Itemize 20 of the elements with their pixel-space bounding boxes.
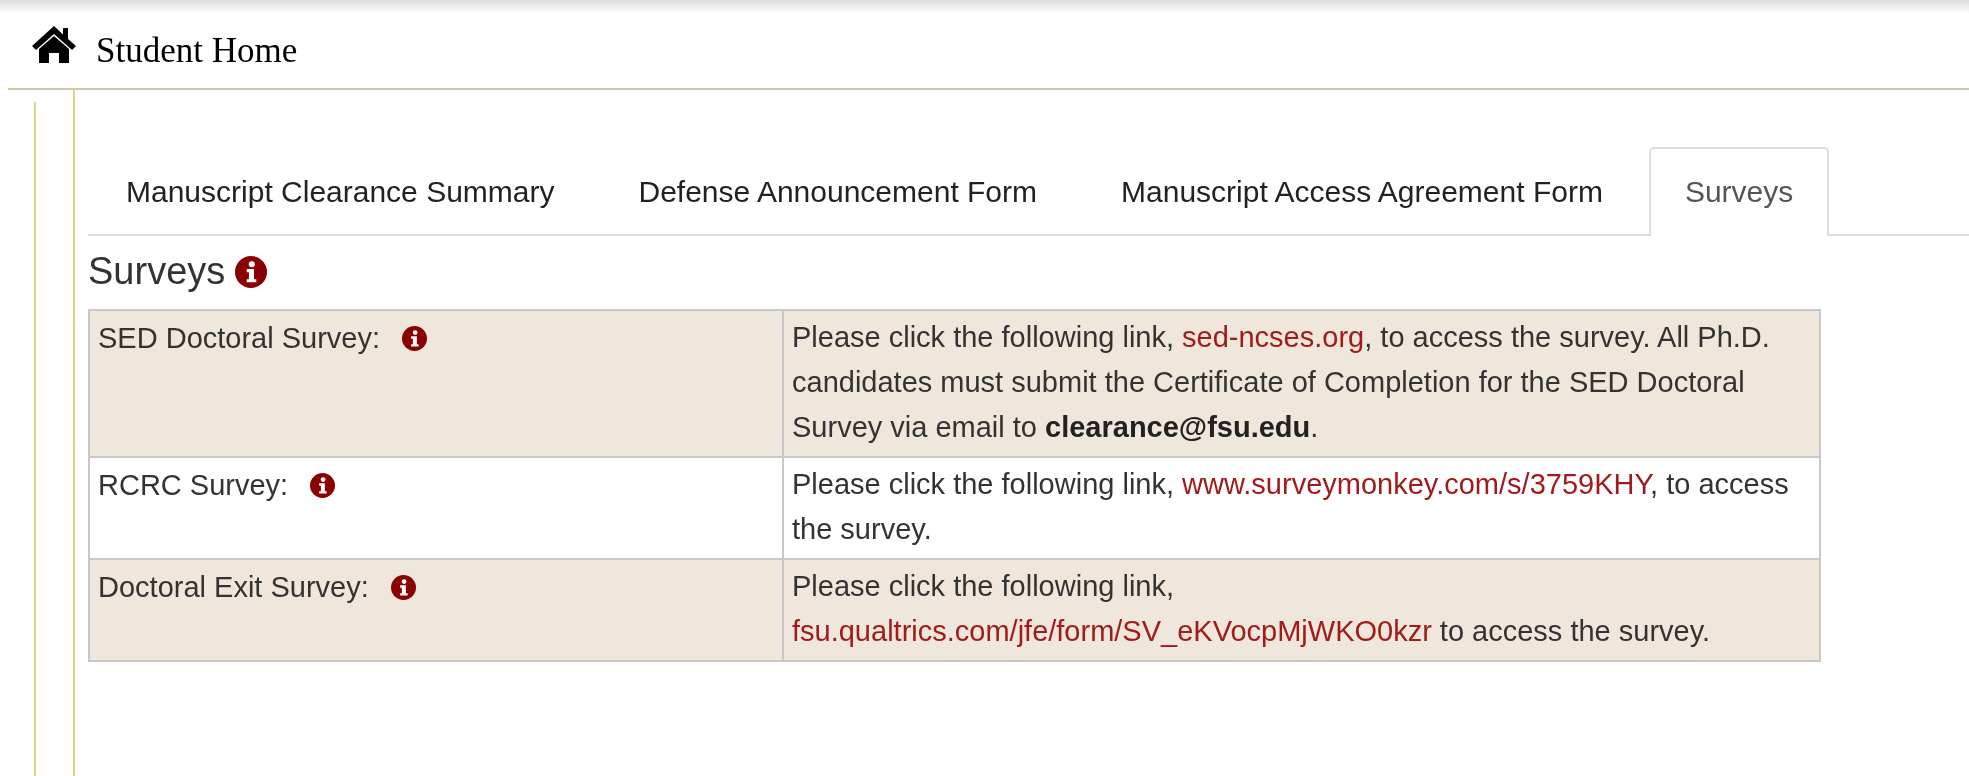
survey-link[interactable]: fsu.qualtrics.com/jfe/form/SV_eKVocpMjWKO0kzr <box>792 615 1432 647</box>
survey-instructions: Please click the following link, fsu.qualtrics.com/jfe/form/SV_eKVocpMjWKO0kzr to access the survey. <box>792 569 1712 649</box>
tab[interactable]: Manuscript Access Agreement Form <box>1083 147 1641 236</box>
section-title: Surveys <box>88 250 226 293</box>
tab[interactable]: Surveys <box>1648 147 1830 236</box>
survey-link[interactable]: www.surveymonkey.com/s/3759KHY <box>1182 468 1651 500</box>
tab[interactable]: Manuscript Clearance Summary <box>88 147 593 236</box>
tab[interactable]: Defense Announcement Form <box>600 147 1076 236</box>
info-icon[interactable] <box>402 325 428 351</box>
survey-instructions: Please click the following link, www.surveymonkey.com/s/3759KHY, to access the survey. <box>792 467 1790 547</box>
survey-label: Doctoral Exit Survey: <box>98 570 369 604</box>
info-icon[interactable] <box>310 472 336 498</box>
survey-label: RCRC Survey: <box>98 468 289 502</box>
info-icon[interactable] <box>390 574 416 600</box>
survey-label: SED Doctoral Survey: <box>98 321 381 355</box>
survey-instructions: Please click the following link, sed-ncses.org, to access the survey. All Ph.D. candidates must submit the Certificate of Completion for the SED Doctoral Survey via email to clearance@fsu.edu. <box>792 320 1771 445</box>
home-icon[interactable] <box>30 23 78 65</box>
info-icon[interactable] <box>235 255 268 288</box>
survey-link[interactable]: sed-ncses.org <box>1182 321 1365 353</box>
student-home-link[interactable]: Student Home <box>96 31 298 71</box>
